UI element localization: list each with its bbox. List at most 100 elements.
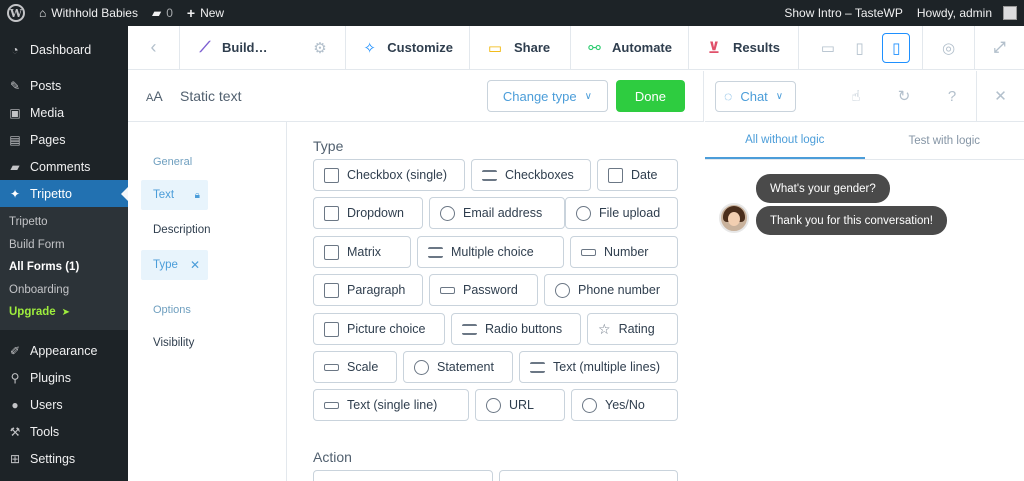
comments-link[interactable]: ▰ 0 [145, 0, 180, 26]
phone-icon[interactable]: ▯ [882, 32, 910, 63]
gear-icon[interactable]: ⚙ [311, 39, 329, 57]
type-text-single-line[interactable]: Text (single line) [313, 389, 469, 421]
close-icon[interactable]: ✕ [190, 258, 200, 272]
submenu-tripetto[interactable]: Tripetto [0, 211, 128, 234]
type-email-address[interactable]: Email address [429, 197, 565, 229]
type-multiple-choice[interactable]: Multiple choice [417, 236, 564, 268]
chat-mode-button[interactable]: ◌ Chat ∨ [715, 80, 797, 112]
type-paragraph[interactable]: Paragraph [313, 274, 423, 306]
type-checkbox-single[interactable]: Checkbox (single) [313, 159, 465, 191]
menu-posts[interactable]: ✎ Posts [0, 72, 128, 99]
type-text-multiple-lines[interactable]: Text (multiple lines) [519, 351, 678, 383]
action-button[interactable] [313, 470, 493, 481]
type-password[interactable]: Password [429, 274, 538, 306]
text-size-icon: AA [146, 88, 163, 104]
nav-item-text[interactable]: Text 🔒︎ [141, 180, 208, 210]
type-radio-buttons[interactable]: Radio buttons [451, 313, 581, 345]
refresh-icon[interactable]: ↻ [880, 71, 928, 122]
show-intro-label: Show Intro – TasteWP [784, 6, 903, 20]
build-tab[interactable]: ⟋ Build… ⚙ [180, 25, 346, 70]
tripetto-builder: ‹ ⟋ Build… ⚙ ✧ Customize ▭ Share ⚯ Autom… [128, 25, 1024, 481]
close-icon[interactable]: ✕ [976, 70, 1024, 122]
tab-test-with-logic[interactable]: Test with logic [865, 122, 1024, 159]
share-tab[interactable]: ▭ Share [470, 25, 571, 70]
customize-tab[interactable]: ✧ Customize [346, 25, 470, 70]
menu-plugins[interactable]: ⚲ Plugins [0, 365, 128, 392]
automate-tab[interactable]: ⚯ Automate [571, 25, 689, 70]
nav-item-type[interactable]: Type ✕ [141, 250, 208, 280]
menu-media[interactable]: ▣ Media [0, 99, 128, 126]
results-tab[interactable]: ⊻ Results [689, 25, 799, 70]
builder-toolbar: ‹ ⟋ Build… ⚙ ✧ Customize ▭ Share ⚯ Autom… [128, 25, 1024, 70]
submenu-onboarding[interactable]: Onboarding [0, 279, 128, 302]
comment-icon: ▰ [10, 159, 20, 174]
tablet-icon[interactable]: ▯ [851, 39, 869, 57]
preview-tabs: All without logic Test with logic [705, 122, 1024, 160]
checkbox-icon [324, 167, 339, 183]
list-icon [428, 246, 443, 258]
menu-comments[interactable]: ▰ Comments [0, 153, 128, 180]
type-statement[interactable]: Statement [403, 351, 513, 383]
type-number[interactable]: Number [570, 236, 678, 268]
menu-settings[interactable]: ⊞ Settings [0, 446, 128, 473]
type-picture-choice[interactable]: Picture choice [313, 313, 445, 345]
menu-appearance[interactable]: ✐ Appearance [0, 338, 128, 365]
type-section-title: Type [313, 138, 344, 154]
menu-users[interactable]: ● Users [0, 392, 128, 419]
show-intro-link[interactable]: Show Intro – TasteWP [777, 0, 910, 26]
menu-tools[interactable]: ⚒ Tools [0, 419, 128, 446]
chevron-left-icon: ‹ [150, 37, 157, 57]
back-button[interactable]: ‹ [128, 25, 180, 70]
submenu-build-form[interactable]: Build Form [0, 234, 128, 257]
type-phone-number[interactable]: Phone number [544, 274, 678, 306]
done-button[interactable]: Done [615, 80, 685, 112]
chevron-down-icon: ∨ [775, 90, 784, 102]
type-yes-no[interactable]: Yes/No [571, 389, 678, 421]
type-url[interactable]: URL [475, 389, 565, 421]
type-checkboxes[interactable]: Checkboxes [471, 159, 591, 191]
chat-mode-label: Chat [740, 88, 768, 104]
type-label: Scale [347, 360, 379, 374]
type-date[interactable]: Date [597, 159, 678, 191]
change-type-button[interactable]: Change type ∨ [486, 80, 608, 112]
preview-settings[interactable]: ◎ [923, 25, 975, 70]
type-label: Number [604, 245, 649, 259]
fullscreen-button[interactable]: ⤢ [975, 26, 1024, 70]
type-matrix[interactable]: Matrix [313, 236, 411, 268]
hand-icon[interactable]: ☝ [832, 71, 880, 122]
chat-bubble: What's your gender? [756, 174, 890, 203]
customize-label: Customize [387, 40, 453, 55]
account-menu[interactable]: Howdy, admin [910, 0, 1024, 26]
admin-sidebar: ◔ Dashboard ✎ Posts ▣ Media ▤ Pages ▰ Co… [0, 26, 128, 481]
calendar-icon [608, 167, 623, 183]
number-icon [581, 248, 596, 256]
desktop-icon[interactable]: ▭ [819, 39, 837, 57]
type-rating[interactable]: ☆ Rating [587, 313, 678, 345]
type-label: Radio buttons [485, 322, 563, 336]
help-icon[interactable]: ? [928, 71, 976, 122]
preview-panel: ◌ Chat ∨ ☝ ↻ ? ✕ All without logic Test … [705, 70, 1024, 481]
menu-tripetto[interactable]: ✦ Tripetto [0, 180, 128, 207]
submenu-upgrade[interactable]: Upgrade ➤ [0, 301, 128, 324]
new-content-link[interactable]: + New [180, 0, 231, 26]
nav-type-label: Type [153, 259, 178, 271]
tab-all-without-logic[interactable]: All without logic [705, 122, 865, 159]
menu-label: Tools [30, 425, 60, 439]
menu-dashboard[interactable]: ◔ Dashboard [0, 36, 128, 63]
image-icon [324, 321, 339, 337]
block-editor-panel: AA Static text Change type ∨ Done Genera… [128, 71, 704, 481]
menu-pages[interactable]: ▤ Pages [0, 126, 128, 153]
nav-item-description[interactable]: Description [128, 215, 211, 245]
tripetto-icon: ✦ [9, 186, 21, 201]
submenu-all-forms[interactable]: All Forms (1) [0, 256, 128, 279]
action-button[interactable] [499, 470, 678, 481]
settings-icon: ⊞ [9, 452, 21, 466]
type-scale[interactable]: Scale [313, 351, 397, 383]
nav-item-visibility[interactable]: Visibility [128, 328, 207, 358]
wordpress-logo-button[interactable]: W [0, 0, 32, 26]
type-label: Picture choice [347, 322, 426, 336]
site-name-link[interactable]: ⌂ Withhold Babies [32, 0, 145, 26]
type-dropdown[interactable]: Dropdown [313, 197, 423, 229]
type-file-upload[interactable]: File upload [565, 197, 678, 229]
type-label: Rating [618, 322, 655, 336]
